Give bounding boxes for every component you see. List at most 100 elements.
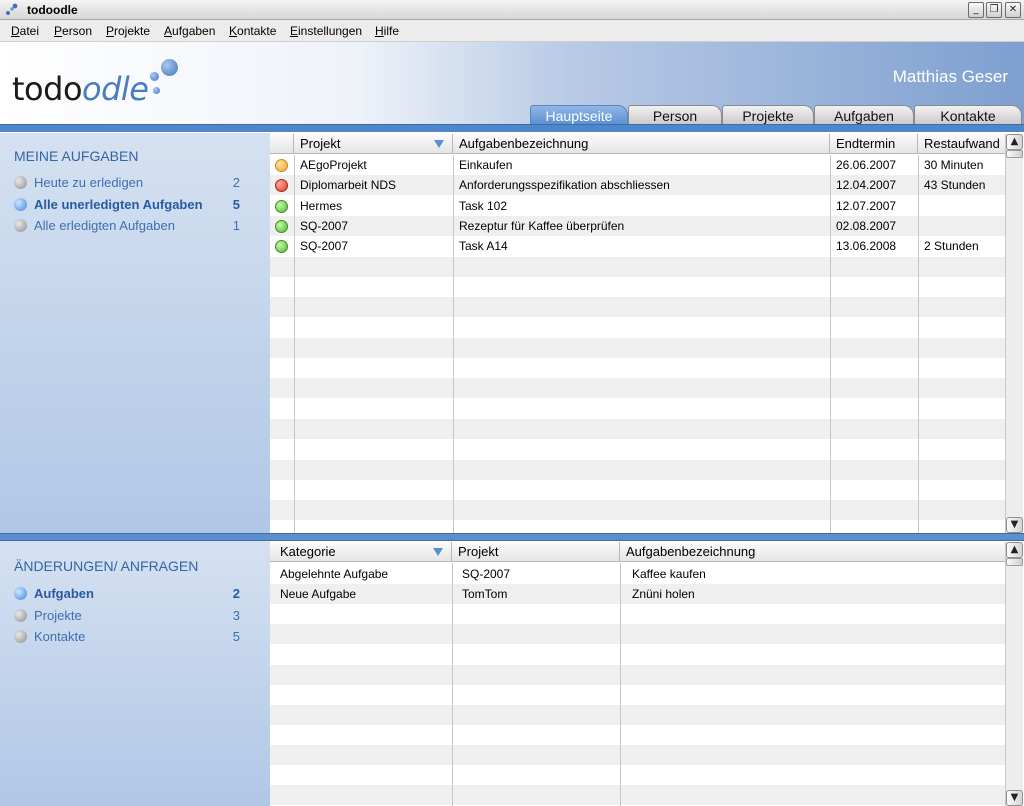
changes-table-header: Kategorie Projekt Aufgabenbezeichnung: [270, 542, 1005, 562]
nav-projekte[interactable]: Projekte 3: [14, 607, 244, 625]
cell-endtermin: 12.07.2007: [836, 198, 897, 213]
nav-unerledigt[interactable]: Alle unerledigten Aufgaben 5: [14, 196, 244, 214]
bullet-icon: [14, 587, 27, 600]
nav-heute[interactable]: Heute zu erledigen 2: [14, 174, 244, 192]
window-title: todoodle: [27, 3, 78, 17]
table-row[interactable]: [270, 644, 1005, 664]
scroll-down-icon[interactable]: ▼: [1006, 517, 1023, 533]
table-row[interactable]: [270, 277, 1005, 297]
table-row[interactable]: [270, 725, 1005, 745]
cell-projekt: AEgoProjekt: [300, 158, 367, 172]
status-green-icon: [275, 240, 288, 254]
menu-hilfe[interactable]: Hilfe: [375, 24, 399, 38]
table-row[interactable]: [270, 439, 1005, 459]
column-divider: [918, 155, 919, 533]
col-aufgabenbezeichnung[interactable]: Aufgabenbezeichnung: [453, 134, 830, 154]
menu-aufgaben[interactable]: Aufgaben: [164, 24, 215, 38]
cell-projekt: SQ-2007: [300, 239, 349, 254]
todoodle-logo: todoodle: [12, 70, 149, 108]
menu-projekte[interactable]: Projekte: [106, 24, 150, 38]
menu-einstellungen[interactable]: Einstellungen: [290, 24, 362, 38]
menu-person[interactable]: Person: [54, 24, 92, 38]
nav-aufgaben[interactable]: Aufgaben 2: [14, 585, 244, 603]
panel-title: ÄNDERUNGEN/ ANFRAGEN: [14, 558, 199, 574]
col-status[interactable]: [270, 134, 294, 154]
scroll-up-icon[interactable]: ▲: [1006, 542, 1023, 558]
table-row[interactable]: [270, 685, 1005, 705]
logo-dot: [161, 59, 178, 76]
col-restaufwand[interactable]: Restaufwand: [918, 134, 1005, 154]
panel-title: MEINE AUFGABEN: [14, 148, 139, 164]
table-row[interactable]: [270, 459, 1005, 480]
col-kategorie[interactable]: Kategorie: [274, 542, 452, 562]
aenderungen-panel: ÄNDERUNGEN/ ANFRAGEN Aufgaben 2 Projekte…: [0, 541, 270, 806]
table-row[interactable]: Abgelehnte Aufgabe SQ-2007 Kaffee kaufen: [270, 564, 1005, 584]
table-row[interactable]: [270, 358, 1005, 378]
title-bar: todoodle _ ❐ ✕: [0, 0, 1024, 20]
cell-aufgabenbezeichnung: Task A14: [459, 239, 508, 254]
cell-endtermin: 13.06.2008: [836, 239, 897, 254]
tab-projekte[interactable]: Projekte: [722, 105, 814, 125]
table-row[interactable]: [270, 317, 1005, 337]
table-row[interactable]: [270, 337, 1005, 358]
app-icon: [6, 3, 18, 15]
col-endtermin[interactable]: Endtermin: [830, 134, 918, 154]
scroll-up-icon[interactable]: ▲: [1006, 134, 1023, 150]
table-row[interactable]: [270, 418, 1005, 439]
table-row[interactable]: AEgoProjekt Einkaufen 26.06.2007 30 Minuten: [270, 155, 1005, 175]
panel-separator[interactable]: [0, 533, 1024, 541]
scroll-thumb[interactable]: [1006, 150, 1023, 158]
scroll-thumb[interactable]: [1006, 558, 1023, 566]
table-row[interactable]: [270, 500, 1005, 521]
table-row[interactable]: [270, 624, 1005, 645]
cell-aufgabenbezeichnung: Kaffee kaufen: [632, 567, 706, 581]
nav-kontakte[interactable]: Kontakte 5: [14, 628, 244, 646]
table-row[interactable]: [270, 604, 1005, 624]
column-divider: [294, 155, 295, 533]
tab-person[interactable]: Person: [628, 105, 722, 125]
col-projekt[interactable]: Projekt: [294, 134, 453, 154]
cell-restaufwand: [918, 216, 1005, 236]
table-row[interactable]: [270, 297, 1005, 318]
logo-dot: [150, 72, 159, 81]
header-strip: [0, 124, 1024, 132]
menu-kontakte[interactable]: Kontakte: [229, 24, 276, 38]
nav-erledigt[interactable]: Alle erledigten Aufgaben 1: [14, 217, 244, 235]
table-row[interactable]: [270, 785, 1005, 806]
user-name: Matthias Geser: [892, 67, 1008, 86]
table-row[interactable]: [270, 378, 1005, 399]
scroll-down-icon[interactable]: ▼: [1006, 790, 1023, 806]
table-row[interactable]: Neue Aufgabe TomTom Znüni holen: [270, 584, 1005, 605]
menu-datei[interactable]: Datei: [11, 24, 39, 38]
cell-endtermin: 02.08.2007: [836, 218, 897, 233]
tasks-table-header: Projekt Aufgabenbezeichnung Endtermin Re…: [270, 134, 1005, 154]
cell-projekt: Hermes: [300, 198, 343, 213]
table-row[interactable]: [270, 520, 1005, 533]
minimize-button[interactable]: _: [968, 2, 984, 18]
table-row[interactable]: [270, 399, 1005, 419]
cell-aufgabenbezeichnung: Task 102: [459, 198, 508, 213]
tab-hauptseite[interactable]: Hauptseite: [530, 105, 628, 125]
table-row[interactable]: SQ-2007 Task A14 13.06.2008 2 Stunden: [270, 236, 1005, 256]
table-row[interactable]: SQ-2007 Rezeptur für Kaffee überprüfen 02.…: [270, 215, 1005, 236]
table-row[interactable]: Hermes Task 102 12.07.2007: [270, 196, 1005, 216]
table-row[interactable]: Diplomarbeit NDS Anforderungsspezifikatio…: [270, 175, 1005, 196]
table-row[interactable]: [270, 664, 1005, 685]
tab-aufgaben[interactable]: Aufgaben: [814, 105, 914, 125]
cell-projekt: Diplomarbeit NDS: [300, 178, 397, 193]
tasks-scrollbar[interactable]: ▲ ▼: [1005, 134, 1023, 533]
changes-scrollbar[interactable]: ▲ ▼: [1005, 542, 1023, 806]
bullet-icon: [14, 198, 27, 211]
table-row[interactable]: [270, 704, 1005, 725]
table-row[interactable]: [270, 765, 1005, 785]
table-row[interactable]: [270, 480, 1005, 500]
table-row[interactable]: [270, 256, 1005, 277]
close-button[interactable]: ✕: [1005, 2, 1021, 18]
cell-aufgabenbezeichnung: Znüni holen: [632, 587, 695, 602]
column-divider: [453, 155, 454, 533]
restore-button[interactable]: ❐: [986, 2, 1002, 18]
col-aufgabenbezeichnung[interactable]: Aufgabenbezeichnung: [620, 542, 1005, 562]
table-row[interactable]: [270, 744, 1005, 765]
tab-kontakte[interactable]: Kontakte: [914, 105, 1022, 125]
col-projekt[interactable]: Projekt: [452, 542, 620, 562]
